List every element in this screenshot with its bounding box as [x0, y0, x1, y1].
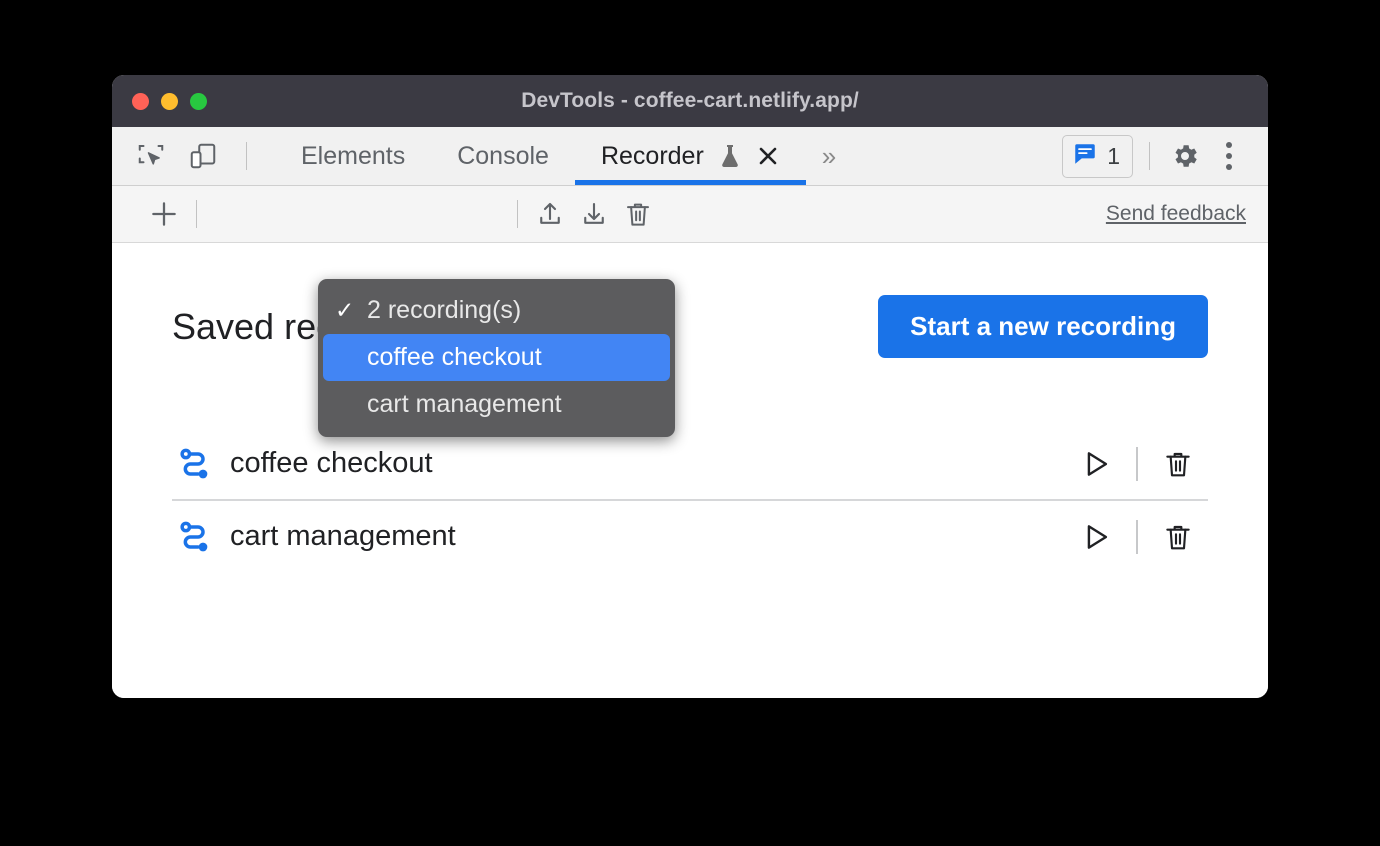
close-icon[interactable]: [756, 144, 780, 168]
title-bar: DevTools - coffee-cart.netlify.app/: [112, 75, 1268, 127]
minimize-window-button[interactable]: [161, 92, 178, 110]
issues-count: 1: [1107, 142, 1120, 169]
devtools-window: DevTools - coffee-cart.netlify.app/ Elem…: [112, 75, 1268, 698]
toolbar-divider: [246, 142, 247, 170]
tab-recorder[interactable]: Recorder: [574, 127, 806, 185]
dropdown-item-coffee-checkout[interactable]: coffee checkout: [323, 334, 670, 381]
import-icon[interactable]: [572, 194, 616, 234]
add-recording-button[interactable]: [142, 194, 186, 234]
row-action-divider: [1136, 446, 1138, 481]
user-flow-icon: [172, 517, 218, 557]
tab-strip-left-tools: [112, 127, 257, 185]
recordings-list: coffee checkout cart management: [172, 428, 1208, 572]
gear-icon[interactable]: [1166, 137, 1204, 175]
zoom-window-button[interactable]: [190, 92, 207, 110]
send-feedback-link[interactable]: Send feedback: [1106, 202, 1246, 226]
trash-icon[interactable]: [1148, 512, 1208, 562]
recorder-toolbar: Send feedback: [112, 186, 1268, 243]
dropdown-header-item[interactable]: ✓ 2 recording(s): [323, 287, 670, 334]
recording-name: cart management: [230, 520, 456, 552]
recorder-main-panel: Saved recordings Start a new recording c…: [112, 243, 1268, 698]
delete-recording-icon[interactable]: [616, 194, 660, 234]
row-actions: [1066, 439, 1208, 489]
dropdown-header-label: 2 recording(s): [367, 296, 522, 324]
user-flow-icon: [172, 444, 218, 484]
recording-name: coffee checkout: [230, 447, 433, 479]
issues-badge[interactable]: 1: [1062, 134, 1133, 178]
tab-console-label: Console: [457, 141, 549, 170]
check-icon: ✓: [335, 297, 355, 323]
right-tools-divider: [1149, 142, 1150, 170]
table-row[interactable]: cart management: [172, 501, 1208, 572]
three-dot-menu-icon[interactable]: [1210, 137, 1248, 175]
table-row[interactable]: coffee checkout: [172, 428, 1208, 501]
dropdown-item-cart-management[interactable]: cart management: [323, 381, 670, 428]
tab-elements-label: Elements: [301, 141, 406, 170]
dropdown-item-label: cart management: [367, 390, 562, 418]
devtools-tab-strip: Elements Console Recorder » 1: [112, 127, 1268, 186]
trash-icon[interactable]: [1148, 439, 1208, 489]
device-toolbar-icon[interactable]: [184, 137, 222, 175]
close-window-button[interactable]: [132, 92, 149, 110]
tab-recorder-label: Recorder: [600, 141, 704, 170]
start-new-recording-button[interactable]: Start a new recording: [878, 295, 1208, 358]
issues-message-icon: [1072, 141, 1098, 172]
tab-console[interactable]: Console: [431, 127, 575, 185]
row-action-divider: [1136, 519, 1138, 554]
recorder-toolbar-divider-2: [517, 200, 518, 228]
recordings-dropdown-menu[interactable]: ✓ 2 recording(s) coffee checkout cart ma…: [318, 279, 675, 437]
traffic-lights: [132, 75, 207, 127]
play-icon[interactable]: [1066, 512, 1126, 562]
tab-strip-right-tools: 1: [1062, 127, 1268, 185]
inspect-element-icon[interactable]: [132, 137, 170, 175]
panel-tabs: Elements Console Recorder »: [275, 127, 852, 185]
export-icon[interactable]: [528, 194, 572, 234]
tab-elements[interactable]: Elements: [275, 127, 431, 185]
beaker-icon: [718, 143, 742, 169]
play-icon[interactable]: [1066, 439, 1126, 489]
recorder-toolbar-divider-1: [196, 200, 197, 228]
window-title: DevTools - coffee-cart.netlify.app/: [521, 89, 859, 112]
recording-selector[interactable]: [207, 194, 507, 234]
more-tabs-icon[interactable]: »: [806, 127, 852, 185]
dropdown-item-label: coffee checkout: [367, 343, 542, 371]
row-actions: [1066, 512, 1208, 562]
